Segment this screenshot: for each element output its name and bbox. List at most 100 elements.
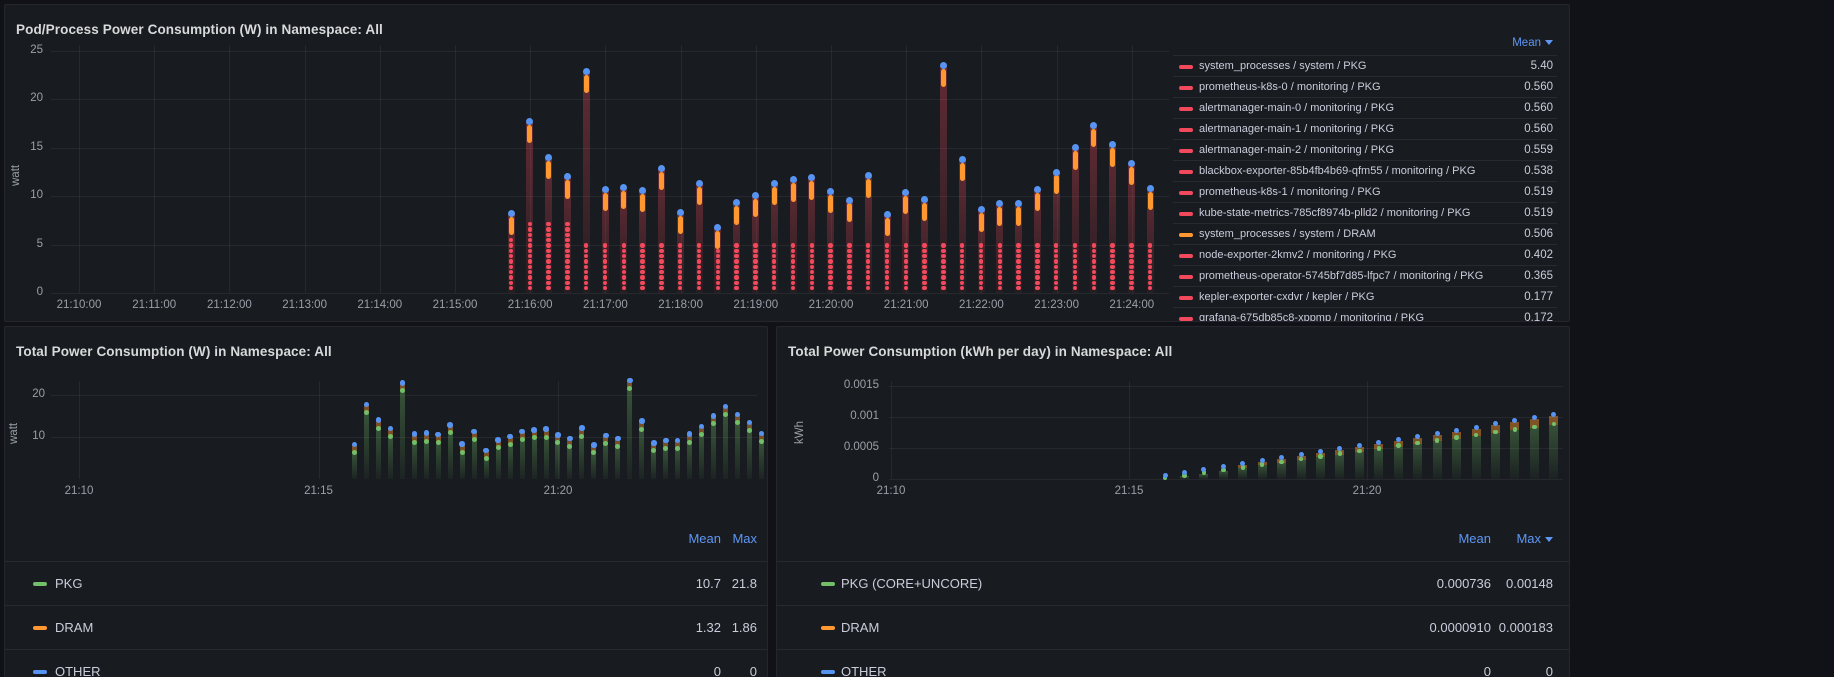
pod-pkg-point bbox=[753, 254, 758, 259]
legend-row[interactable]: blackbox-exporter-85b4fb4b69-qfm55 / mon… bbox=[1173, 160, 1557, 182]
pod-pkg-point bbox=[941, 259, 946, 264]
v-gridline bbox=[229, 45, 231, 293]
dram-segment bbox=[1034, 192, 1040, 212]
bar-pkg-cumulative bbox=[1510, 430, 1520, 479]
pod-pkg-point bbox=[659, 259, 664, 264]
bar-pkg bbox=[447, 432, 453, 479]
legend-row[interactable]: node-exporter-2kmv2 / monitoring / PKG 0.… bbox=[1173, 244, 1557, 266]
x-tick-label: 21:20 bbox=[543, 485, 573, 497]
v-gridline bbox=[379, 45, 381, 293]
legend-row[interactable]: prometheus-k8s-1 / monitoring / PKG 0.519 bbox=[1173, 181, 1557, 203]
other-point bbox=[714, 223, 722, 231]
legend-row[interactable]: kepler-exporter-cxdvr / kepler / PKG 0.17… bbox=[1173, 286, 1557, 308]
h-gridline bbox=[889, 417, 1563, 418]
other-point bbox=[789, 176, 797, 184]
pod-pkg-point bbox=[1016, 259, 1021, 264]
pod-pkg-point bbox=[847, 248, 852, 254]
pod-pkg-point bbox=[847, 285, 852, 291]
pod-pkg-point bbox=[1016, 264, 1021, 270]
legend-row[interactable]: DRAM 1.32 1.86 bbox=[5, 605, 767, 650]
x-tick-label: 21:17:00 bbox=[583, 299, 628, 311]
bar-pkg-cumulative bbox=[1277, 462, 1287, 479]
pod-pkg-point bbox=[828, 264, 833, 270]
pod-pkg-point bbox=[678, 275, 683, 280]
series-color-swatch bbox=[1179, 232, 1193, 237]
legend-row[interactable]: DRAM 0.0000910 0.000183 bbox=[777, 605, 1569, 650]
bar-pkg-cumulative bbox=[1490, 433, 1500, 479]
v-gridline bbox=[891, 381, 892, 479]
pod-pkg-point bbox=[1110, 259, 1115, 264]
pod-pkg-point bbox=[640, 248, 645, 254]
legend-mean-sort-header[interactable]: Mean bbox=[1463, 33, 1553, 54]
other-point bbox=[1298, 451, 1304, 457]
pod-pkg-point bbox=[508, 243, 514, 248]
other-point bbox=[1454, 427, 1460, 433]
legend-row[interactable]: alertmanager-main-1 / monitoring / PKG 0.… bbox=[1173, 118, 1557, 140]
legend-row[interactable]: OTHER 0 0 bbox=[777, 649, 1569, 677]
pod-pkg-point bbox=[847, 269, 852, 275]
h-gridline bbox=[51, 196, 1169, 198]
pod-pkg-point bbox=[1072, 275, 1078, 280]
dram-segment bbox=[884, 217, 890, 237]
pod-pkg-point bbox=[922, 248, 927, 254]
series-color-swatch bbox=[821, 582, 835, 586]
pod-pkg-point bbox=[1016, 243, 1021, 248]
legend-series-label: system_processes / system / PKG bbox=[1199, 60, 1367, 72]
bar-pkg bbox=[555, 442, 561, 479]
pod-pkg-point bbox=[847, 264, 852, 270]
bar-pkg bbox=[567, 446, 573, 479]
legend-row[interactable]: PKG 10.7 21.8 bbox=[5, 561, 767, 606]
pod-pkg-point bbox=[546, 280, 551, 286]
pod-pkg-point bbox=[640, 259, 645, 264]
pkg-point bbox=[483, 455, 489, 461]
other-point bbox=[507, 433, 513, 440]
legend-row[interactable]: alertmanager-main-2 / monitoring / PKG 0.… bbox=[1173, 139, 1557, 161]
legend-header-row: Mean bbox=[1173, 33, 1557, 54]
legend-series-label: alertmanager-main-0 / monitoring / PKG bbox=[1199, 102, 1395, 114]
pod-pkg-point bbox=[1035, 275, 1040, 280]
pod-pkg-point bbox=[734, 275, 739, 280]
series-color-swatch bbox=[1179, 106, 1193, 111]
bar-pkg bbox=[735, 422, 741, 479]
bar-pkg bbox=[351, 452, 357, 479]
legend-row[interactable]: PKG (CORE+UNCORE) 0.000736 0.00148 bbox=[777, 561, 1569, 606]
legend-row[interactable]: grafana-675db85c8-xppmp / monitoring / P… bbox=[1173, 307, 1557, 321]
pod-pkg-point bbox=[1129, 285, 1134, 291]
pod-pkg-point bbox=[847, 259, 852, 264]
other-point bbox=[651, 440, 657, 446]
pkg-point bbox=[687, 439, 693, 445]
y-axis-label: kWh bbox=[794, 421, 806, 444]
pod-pkg-point bbox=[602, 259, 608, 264]
x-tick-label: 21:16:00 bbox=[507, 299, 553, 311]
panel-title: Total Power Consumption (kWh per day) in… bbox=[788, 344, 1173, 360]
pod-pkg-point bbox=[565, 254, 570, 259]
x-tick-label: 21:13:00 bbox=[282, 299, 327, 311]
bar-pkg bbox=[543, 437, 549, 479]
legend-row[interactable]: alertmanager-main-0 / monitoring / PKG 0.… bbox=[1173, 97, 1557, 119]
legend-row[interactable]: prometheus-k8s-0 / monitoring / PKG 0.560 bbox=[1173, 76, 1557, 98]
legend-row[interactable]: prometheus-operator-5745bf7d85-lfpc7 / m… bbox=[1173, 265, 1557, 287]
pod-pkg-point bbox=[941, 243, 946, 248]
series-color-swatch bbox=[1179, 316, 1193, 321]
h-gridline bbox=[51, 51, 1169, 52]
pod-pkg-point bbox=[734, 280, 739, 286]
series-color-swatch bbox=[33, 670, 47, 674]
legend-max-sort-header[interactable]: Max bbox=[667, 517, 757, 561]
panel-total-power-watt: Total Power Consumption (W) in Namespace… bbox=[4, 326, 768, 677]
y-tick-label: 10 bbox=[32, 430, 45, 442]
legend-row[interactable]: system_processes / system / DRAM 0.506 bbox=[1173, 223, 1557, 245]
legend-max-sort-header[interactable]: Max bbox=[1463, 517, 1553, 561]
legend-row[interactable]: kube-state-metrics-785cf8974b-plld2 / mo… bbox=[1173, 202, 1557, 224]
pod-pkg-point bbox=[621, 243, 626, 248]
pod-pkg-point bbox=[884, 259, 890, 264]
pod-pkg-point bbox=[621, 259, 626, 264]
legend-row[interactable]: OTHER 0 0 bbox=[5, 649, 767, 677]
pod-pkg-point bbox=[1110, 275, 1115, 280]
pod-pkg-point bbox=[527, 248, 532, 254]
bar-pkg-cumulative bbox=[1432, 441, 1442, 479]
series-color-swatch bbox=[1179, 127, 1193, 132]
legend-row[interactable]: system_processes / system / PKG 5.40 bbox=[1173, 55, 1557, 77]
bar-pkg bbox=[723, 414, 729, 479]
pod-pkg-point bbox=[734, 264, 739, 270]
pod-pkg-point bbox=[922, 280, 927, 286]
